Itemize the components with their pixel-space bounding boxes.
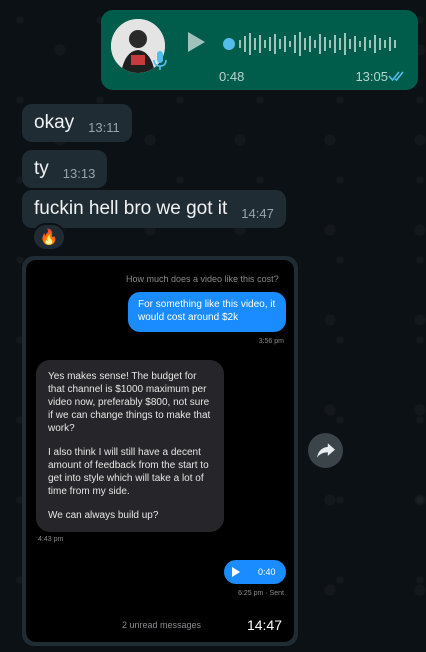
message-time: 13:13 xyxy=(62,165,96,181)
screenshot-outgoing-bubble: For something like this video, it would … xyxy=(128,292,286,332)
waveform[interactable] xyxy=(221,28,401,60)
message-time: 14:47 xyxy=(246,617,282,633)
screenshot-image[interactable]: How much does a video like this cost? Fo… xyxy=(26,260,294,642)
forward-arrow-icon xyxy=(316,443,335,458)
message-time: 13:11 xyxy=(88,119,120,135)
screenshot-audio-duration: 0:40 xyxy=(258,567,276,577)
screenshot-quoted-text: How much does a video like this cost? xyxy=(126,274,279,284)
screenshot-paragraph: We can always build up? xyxy=(48,510,159,521)
screenshot-unread-label: 2 unread messages xyxy=(122,620,202,630)
screenshot-paragraph: I also think I will still have a decent … xyxy=(48,447,209,497)
screenshot-audio-bubble: 0:40 xyxy=(224,560,286,584)
screenshot-sent-status: 6:25 pm · Sent xyxy=(238,590,284,597)
play-icon[interactable] xyxy=(185,30,207,54)
screenshot-incoming-bubble: Yes makes sense! The budget for that cha… xyxy=(36,360,224,532)
reaction-badge[interactable]: 🔥 xyxy=(32,223,66,251)
message-time: 14:47 xyxy=(241,205,274,221)
screenshot-paragraph: Yes makes sense! The budget for that cha… xyxy=(48,371,211,434)
incoming-message[interactable]: okay 13:11 xyxy=(22,104,132,142)
double-check-icon xyxy=(388,71,404,82)
image-message-bubble[interactable]: How much does a video like this cost? Fo… xyxy=(22,256,298,646)
message-text: okay xyxy=(34,112,75,133)
incoming-message[interactable]: fuckin hell bro we got it 14:47 xyxy=(22,190,286,228)
message-time: 13:05 xyxy=(355,69,388,84)
message-text: ty xyxy=(34,158,49,179)
forward-button[interactable] xyxy=(308,433,343,468)
voice-duration: 0:48 xyxy=(219,69,245,84)
message-text: fuckin hell bro we got it xyxy=(34,198,228,219)
fire-emoji: 🔥 xyxy=(39,229,59,246)
screenshot-time: 3:56 pm xyxy=(258,338,284,345)
play-icon xyxy=(232,567,240,577)
mic-icon xyxy=(153,51,167,70)
voice-note-bubble[interactable]: 0:48 13:05 xyxy=(101,10,418,90)
incoming-message[interactable]: ty 13:13 xyxy=(22,150,108,188)
screenshot-time: 4:43 pm xyxy=(38,536,64,543)
